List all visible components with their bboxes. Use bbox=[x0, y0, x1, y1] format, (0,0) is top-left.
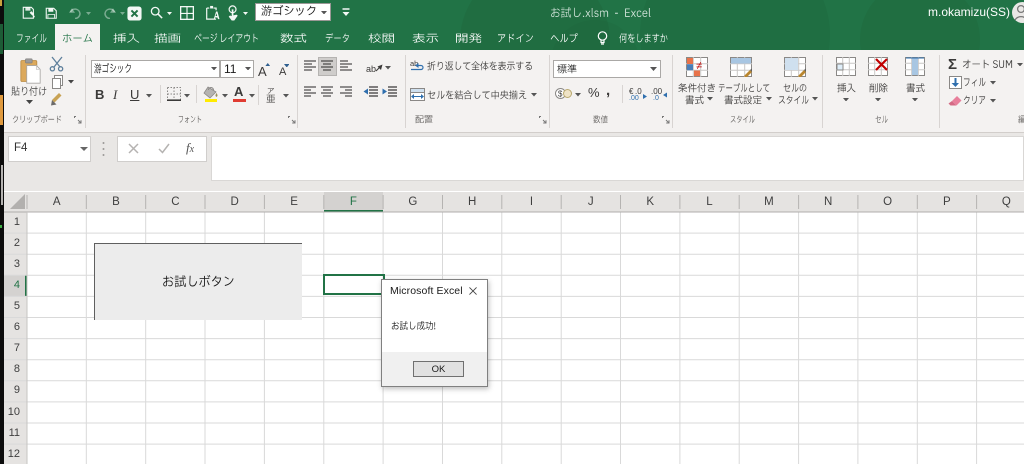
svg-text:.0: .0 bbox=[653, 95, 659, 100]
svg-text:ab: ab bbox=[366, 64, 376, 74]
svg-text:.00: .00 bbox=[629, 95, 639, 100]
svg-text:$: $ bbox=[558, 90, 563, 99]
svg-text:≠: ≠ bbox=[696, 60, 702, 72]
